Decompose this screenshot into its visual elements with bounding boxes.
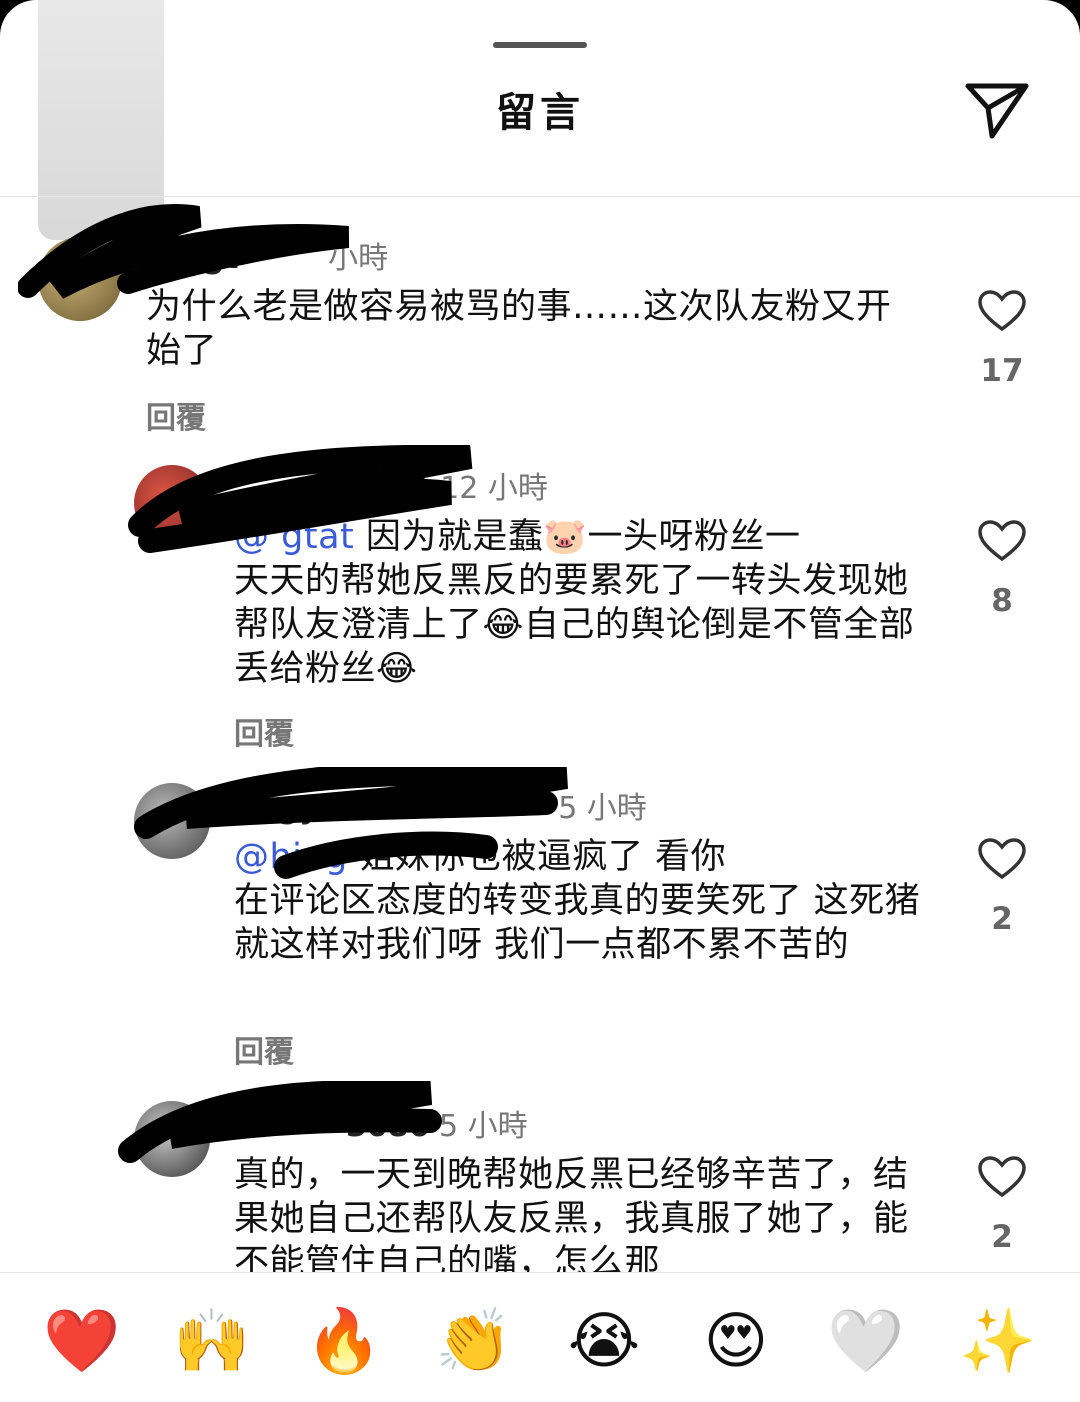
- timestamp: 小時: [328, 241, 389, 276]
- username[interactable]: 3086: [346, 1109, 430, 1144]
- like-button[interactable]: 17: [972, 289, 1032, 389]
- sparkles-emoji-icon[interactable]: ✨: [958, 1301, 1038, 1381]
- clapping-emoji-icon[interactable]: 👏: [434, 1301, 514, 1381]
- heart-eyes-emoji-icon[interactable]: 😍: [696, 1301, 776, 1381]
- comment-meta: at 12 小時: [236, 463, 548, 507]
- crying-emoji-icon[interactable]: 😭: [564, 1301, 644, 1381]
- heart-icon: [978, 290, 1026, 332]
- like-button[interactable]: 2: [972, 837, 1032, 937]
- username[interactable]: angy: [236, 791, 319, 826]
- send-icon[interactable]: [962, 78, 1034, 144]
- like-button[interactable]: 8: [972, 519, 1032, 619]
- comment-meta: angy 5 小時: [236, 783, 647, 827]
- comment-meta: 3086 5 小時: [236, 1101, 528, 1145]
- heart-icon: [978, 520, 1026, 562]
- like-count: 8: [991, 583, 1013, 619]
- white-heart-emoji-icon[interactable]: 🤍: [826, 1301, 906, 1381]
- username[interactable]: rongt: [146, 241, 239, 276]
- comment-text: @hing 姐妹你也被逼疯了 看你 在评论区态度的转变我真的要笑死了 这死猪就这样…: [234, 837, 921, 965]
- avatar[interactable]: [134, 465, 210, 541]
- like-count: 17: [980, 353, 1024, 389]
- like-count: 2: [991, 901, 1013, 937]
- timestamp: 12 小時: [440, 471, 548, 506]
- like-count: 2: [991, 1219, 1013, 1255]
- avatar[interactable]: [134, 783, 210, 859]
- comment-text: 为什么老是做容易被骂的事……这次队友粉又开始了: [146, 287, 892, 371]
- like-button[interactable]: 2: [972, 1155, 1032, 1255]
- reply-button[interactable]: 回覆: [234, 709, 294, 753]
- heart-icon: [978, 838, 1026, 880]
- comment-meta: rongt 小時: [146, 233, 388, 277]
- sheet-grabber[interactable]: [493, 42, 587, 48]
- heart-icon: [978, 1156, 1026, 1198]
- comments-sheet: 留言 rongt 小時 为什么老是做容易被骂的事……这次队友粉又开始了 回覆 1…: [0, 0, 1080, 1402]
- avatar[interactable]: [134, 1101, 210, 1177]
- comment-list[interactable]: rongt 小時 为什么老是做容易被骂的事……这次队友粉又开始了 回覆 17 a…: [0, 197, 1080, 1272]
- username[interactable]: at: [396, 471, 431, 506]
- comment-text: 真的，一天到晚帮她反黑已经够辛苦了，结果她自己还帮队友反黑，我真服了她了，能不能…: [234, 1155, 909, 1272]
- timestamp: 5 小時: [558, 791, 647, 826]
- mention-link[interactable]: @ gtat: [234, 517, 354, 557]
- timestamp: 5 小時: [439, 1109, 528, 1144]
- quick-reaction-bar: ❤️ 🙌 🔥 👏 😭 😍 🤍 ✨: [0, 1272, 1080, 1402]
- mention-link[interactable]: @hing: [234, 837, 348, 877]
- heart-emoji-icon[interactable]: ❤️: [42, 1301, 122, 1381]
- reply-button[interactable]: 回覆: [146, 393, 206, 437]
- page-title: 留言: [496, 90, 584, 136]
- avatar[interactable]: [38, 237, 122, 321]
- comment-text: @ gtat 因为就是蠢🐷一头呀粉丝一 天天的帮她反黑反的要累死了一转头发现她帮队…: [234, 517, 915, 689]
- fire-emoji-icon[interactable]: 🔥: [304, 1301, 384, 1381]
- reply-button[interactable]: 回覆: [234, 1027, 294, 1071]
- raised-hands-emoji-icon[interactable]: 🙌: [172, 1301, 252, 1381]
